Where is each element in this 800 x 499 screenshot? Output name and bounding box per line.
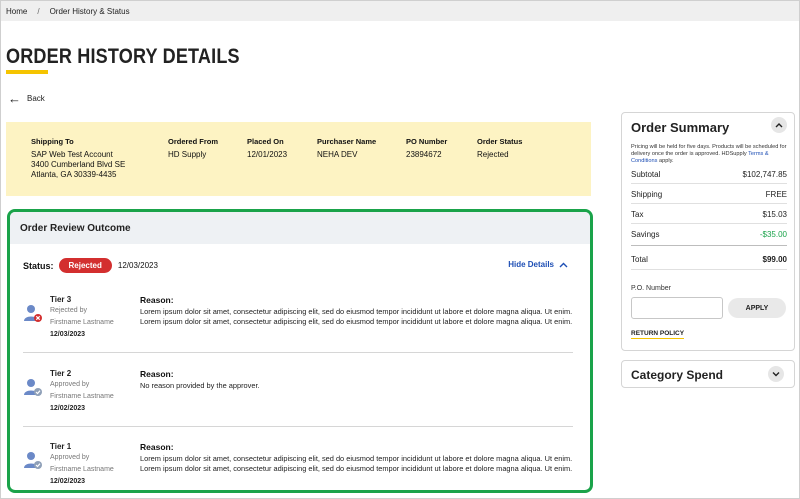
- review-status-date: 12/03/2023: [117, 261, 158, 270]
- po-number-field-label: P.O. Number: [631, 285, 671, 292]
- order-summary-title: Order Summary: [631, 120, 730, 135]
- tier-divider: [23, 352, 573, 353]
- breadcrumb-current: Order History & Status: [49, 6, 130, 16]
- tier-action: Approved by: [50, 381, 90, 388]
- collapse-summary-button[interactable]: [771, 117, 787, 133]
- subtotal-row: Subtotal $102,747.85: [631, 170, 787, 179]
- summary-divider: [631, 269, 787, 270]
- savings-label: Savings: [631, 230, 660, 239]
- shipping-to-column: Shipping To SAP Web Test Account 3400 Cu…: [31, 137, 125, 180]
- pricing-note: Pricing will be held for five days. Prod…: [631, 144, 789, 165]
- breadcrumb-separator: /: [37, 6, 40, 16]
- summary-divider: [631, 183, 787, 184]
- shipping-to-label: Shipping To: [31, 137, 74, 146]
- pricing-note-end: apply.: [659, 158, 674, 164]
- tax-label: Tax: [631, 210, 644, 219]
- reason-text: Lorem ipsum dolor sit amet, consectetur …: [140, 307, 573, 326]
- po-number-value: 23894672: [406, 150, 442, 159]
- tax-value: $15.03: [762, 210, 787, 219]
- tier-name: Tier 3: [50, 295, 72, 304]
- ordered-from-value: HD Supply: [168, 150, 207, 159]
- back-link[interactable]: ← Back: [8, 92, 45, 105]
- tier-user: Firstname Lastname: [50, 393, 114, 400]
- po-number-label: PO Number: [406, 137, 448, 146]
- tier-date: 12/02/2023: [50, 478, 86, 485]
- tier-date: 12/02/2023: [50, 405, 86, 412]
- chevron-up-icon: [775, 123, 783, 128]
- review-status-row: Status: Rejected 12/03/2023: [23, 258, 158, 273]
- ordered-from-column: Ordered From HD Supply: [168, 137, 218, 160]
- tier-row: Tier 1 Approved by Firstname Lastname 12…: [23, 442, 573, 490]
- subtotal-label: Subtotal: [631, 170, 661, 179]
- shipping-label: Shipping: [631, 190, 663, 199]
- tier-user: Firstname Lastname: [50, 319, 114, 326]
- hide-details-button[interactable]: Hide Details: [508, 260, 568, 269]
- order-summary-panel: Order Summary Pricing will be held for f…: [621, 112, 795, 351]
- tier-name: Tier 2: [50, 369, 72, 378]
- review-status-label: Status:: [23, 260, 54, 271]
- reason-text: No reason provided by the approver.: [140, 381, 260, 390]
- reason-label: Reason:: [140, 295, 174, 305]
- review-title: Order Review Outcome: [10, 212, 590, 244]
- summary-divider: [631, 203, 787, 204]
- page-title: ORDER HISTORY DETAILS: [6, 45, 240, 68]
- expand-category-button[interactable]: [768, 366, 784, 382]
- subtotal-value: $102,747.85: [742, 170, 788, 179]
- status-badge: Rejected: [58, 258, 112, 273]
- shipping-value: FREE: [765, 190, 787, 199]
- purchaser-name-column: Purchaser Name NEHA DEV: [317, 137, 376, 160]
- total-row: Total $99.00: [631, 255, 787, 264]
- tier-divider: [23, 426, 573, 427]
- category-spend-title: Category Spend: [631, 368, 724, 382]
- user-approved-icon: [24, 452, 42, 469]
- total-value: $99.00: [762, 255, 787, 264]
- return-policy-link[interactable]: RETURN POLICY: [631, 330, 685, 339]
- po-number-column: PO Number 23894672: [406, 137, 447, 160]
- placed-on-label: Placed On: [247, 137, 284, 146]
- order-status-column: Order Status Rejected: [477, 137, 522, 160]
- total-label: Total: [631, 255, 648, 264]
- order-status-value: Rejected: [477, 150, 509, 159]
- tier-user: Firstname Lastname: [50, 466, 114, 473]
- order-info-panel: Shipping To SAP Web Test Account 3400 Cu…: [6, 122, 591, 196]
- shipping-to-line-3: Atlanta, GA 30339-4435: [31, 170, 117, 179]
- order-status-label: Order Status: [477, 137, 523, 146]
- chevron-down-icon: [772, 372, 780, 377]
- summary-total-divider: [631, 245, 787, 246]
- reason-text: Lorem ipsum dolor sit amet, consectetur …: [140, 454, 573, 473]
- ordered-from-label: Ordered From: [168, 137, 219, 146]
- placed-on-column: Placed On 12/01/2023: [247, 137, 287, 160]
- category-spend-panel[interactable]: Category Spend: [621, 360, 795, 388]
- tier-row: Tier 3 Rejected by Firstname Lastname 12…: [23, 295, 573, 345]
- purchaser-name-value: NEHA DEV: [317, 150, 358, 159]
- back-label: Back: [27, 94, 45, 103]
- reason-label: Reason:: [140, 442, 174, 452]
- shipping-to-line-2: 3400 Cumberland Blvd SE: [31, 160, 126, 169]
- savings-value: -$35.00: [759, 230, 787, 239]
- tier-name: Tier 1: [50, 442, 72, 451]
- savings-row: Savings -$35.00: [631, 230, 787, 239]
- apply-button[interactable]: APPLY: [728, 298, 786, 318]
- tier-row: Tier 2 Approved by Firstname Lastname 12…: [23, 369, 573, 419]
- breadcrumb-home-link[interactable]: Home: [6, 7, 27, 16]
- chevron-up-icon: [559, 262, 568, 267]
- shipping-row: Shipping FREE: [631, 190, 787, 199]
- hide-details-label: Hide Details: [508, 260, 554, 269]
- shipping-to-line-1: SAP Web Test Account: [31, 150, 113, 159]
- breadcrumb: Home / Order History & Status: [1, 1, 799, 21]
- user-rejected-icon: [24, 305, 42, 322]
- tier-action: Rejected by: [50, 307, 87, 314]
- order-review-outcome-panel: Order Review Outcome Status: Rejected 12…: [7, 209, 593, 493]
- reason-label: Reason:: [140, 369, 174, 379]
- back-arrow-icon: ←: [8, 91, 21, 106]
- title-underline: [6, 70, 48, 74]
- tier-date: 12/03/2023: [50, 331, 86, 338]
- placed-on-value: 12/01/2023: [247, 150, 288, 159]
- purchaser-name-label: Purchaser Name: [317, 137, 377, 146]
- user-approved-icon: [24, 379, 42, 396]
- po-number-input[interactable]: [631, 297, 723, 319]
- summary-divider: [631, 223, 787, 224]
- tax-row: Tax $15.03: [631, 210, 787, 219]
- tier-action: Approved by: [50, 454, 90, 461]
